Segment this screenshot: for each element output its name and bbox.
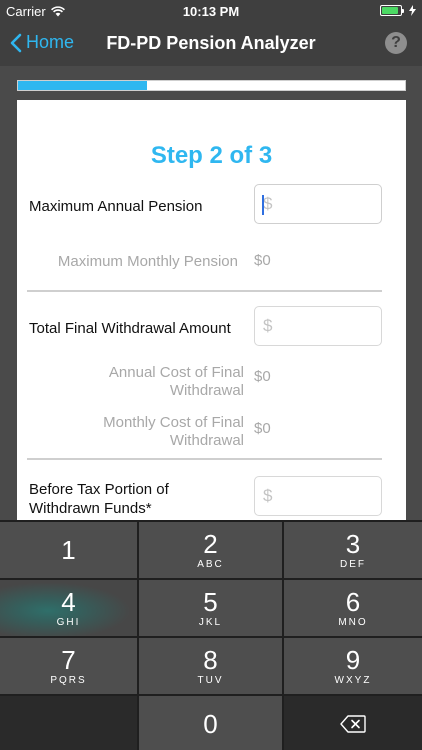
max-annual-pension-input[interactable] <box>254 184 382 224</box>
max-annual-pension-label: Maximum Annual Pension <box>29 198 203 215</box>
progress-fill <box>18 81 147 90</box>
monthly-cost-label: Monthly Cost of Final Withdrawal <box>103 414 244 449</box>
backspace-icon <box>340 715 366 733</box>
annual-cost-value: $0 <box>254 368 271 385</box>
key-6[interactable]: 6 MNO <box>284 580 422 636</box>
key-5[interactable]: 5 JKL <box>139 580 282 636</box>
divider <box>27 458 382 460</box>
before-tax-portion-input[interactable] <box>254 476 382 516</box>
key-blank <box>0 696 137 750</box>
annual-cost-label: Annual Cost of Final Withdrawal <box>108 364 244 399</box>
nav-bar: Home FD-PD Pension Analyzer ? <box>0 22 422 66</box>
monthly-cost-value: $0 <box>254 420 271 437</box>
key-0[interactable]: 0 <box>139 696 282 750</box>
key-1[interactable]: 1 <box>0 522 137 578</box>
form-card: Step 2 of 3 Maximum Annual Pension Maxim… <box>17 100 406 540</box>
numeric-keypad: 1 2 ABC 3 DEF 4 GHI 5 JKL 6 MNO 7 PQRS 8… <box>0 520 422 750</box>
status-bar: Carrier 10:13 PM <box>0 0 422 22</box>
delete-key[interactable] <box>284 696 422 750</box>
help-button[interactable]: ? <box>385 32 407 54</box>
divider <box>27 290 382 292</box>
total-final-withdrawal-input[interactable] <box>254 306 382 346</box>
progress-bar <box>17 80 406 91</box>
key-9[interactable]: 9 WXYZ <box>284 638 422 694</box>
key-4[interactable]: 4 GHI <box>0 580 137 636</box>
max-monthly-pension-value: $0 <box>254 252 271 269</box>
charging-bolt-icon <box>409 5 416 16</box>
status-time: 10:13 PM <box>182 4 240 19</box>
total-final-withdrawal-label: Total Final Withdrawal Amount <box>29 320 231 337</box>
key-2[interactable]: 2 ABC <box>139 522 282 578</box>
step-title: Step 2 of 3 <box>150 142 273 169</box>
text-cursor <box>262 195 264 215</box>
key-7[interactable]: 7 PQRS <box>0 638 137 694</box>
max-monthly-pension-label: Maximum Monthly Pension <box>57 253 238 270</box>
before-tax-portion-label: Before Tax Portion of Withdrawn Funds* <box>29 481 169 517</box>
status-right <box>380 5 416 16</box>
battery-icon <box>380 5 404 16</box>
key-3[interactable]: 3 DEF <box>284 522 422 578</box>
key-8[interactable]: 8 TUV <box>139 638 282 694</box>
page-title: FD-PD Pension Analyzer <box>106 33 316 53</box>
